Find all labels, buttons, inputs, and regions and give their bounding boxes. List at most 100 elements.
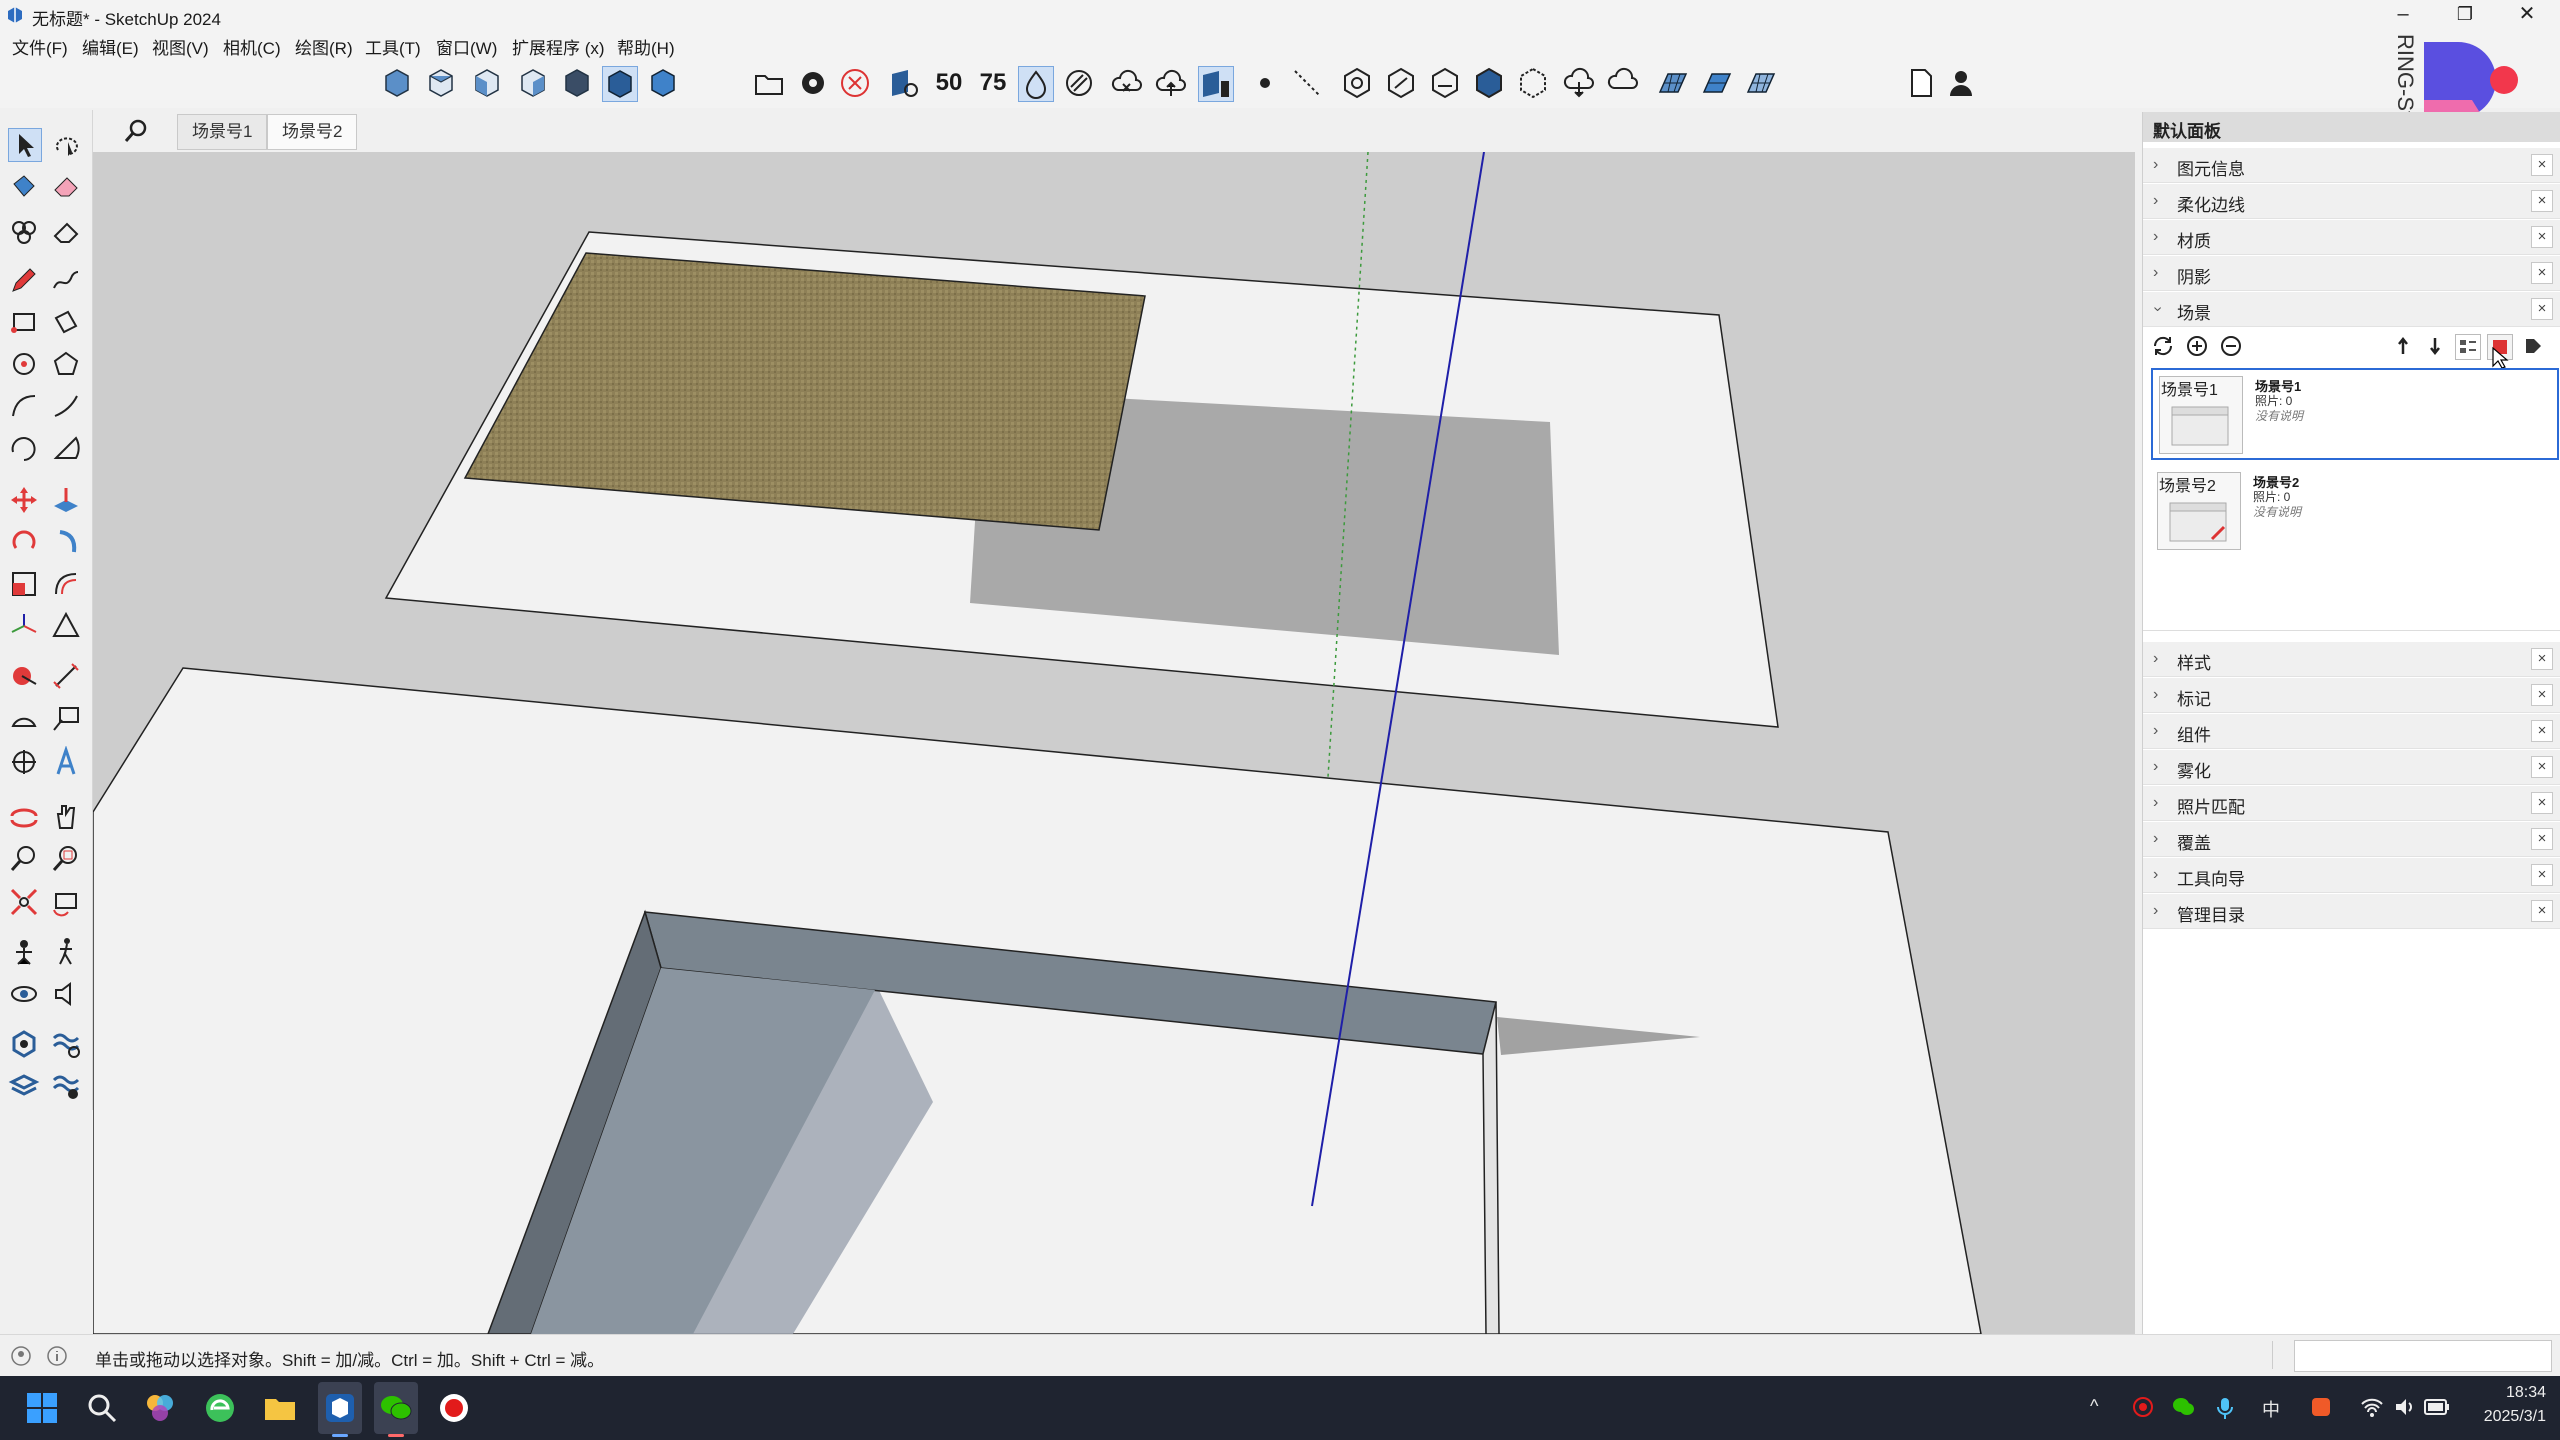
- user-account-icon[interactable]: [1946, 66, 1980, 100]
- tab-scene-1[interactable]: 场景号1: [177, 114, 268, 150]
- move-up-icon[interactable]: [2391, 334, 2415, 358]
- iso-view-icon[interactable]: [380, 66, 414, 100]
- textured-style-icon[interactable]: [646, 66, 680, 100]
- hex-cloud-icon[interactable]: [1428, 66, 1462, 100]
- widgets-icon[interactable]: [142, 1390, 178, 1426]
- minimize-button[interactable]: –: [2372, 0, 2434, 30]
- hatch-circle-icon[interactable]: [1062, 66, 1096, 100]
- menu-camera[interactable]: 相机(C): [223, 34, 281, 59]
- guide-line-icon[interactable]: [1290, 66, 1324, 100]
- layers-icon[interactable]: [8, 1070, 40, 1102]
- section-materials[interactable]: › 材质 ×: [2143, 220, 2560, 255]
- search-icon[interactable]: [84, 1390, 120, 1426]
- three-point-arc-icon[interactable]: [8, 432, 40, 464]
- position-camera-icon[interactable]: [8, 936, 40, 968]
- sogou-ime-icon[interactable]: [2310, 1396, 2332, 1418]
- section-fog[interactable]: › 雾化 ×: [2143, 750, 2560, 785]
- front-view-icon[interactable]: [470, 66, 504, 100]
- terrain-grid-icon[interactable]: [1656, 66, 1690, 100]
- sandbox-gear-icon[interactable]: [8, 1028, 40, 1060]
- restore-button[interactable]: ❐: [2434, 0, 2496, 30]
- follow-me-icon[interactable]: [50, 526, 82, 558]
- close-icon[interactable]: ×: [2531, 900, 2553, 922]
- text-label-icon[interactable]: [50, 702, 82, 734]
- move-icon[interactable]: [8, 484, 40, 516]
- wechat-tray-icon[interactable]: [2172, 1396, 2196, 1418]
- menu-file[interactable]: 文件(F): [12, 34, 68, 59]
- close-icon[interactable]: ×: [2531, 756, 2553, 778]
- gear-icon[interactable]: [796, 66, 830, 100]
- close-icon[interactable]: ×: [2531, 828, 2553, 850]
- modeling-viewport[interactable]: [93, 152, 2135, 1334]
- dimension-icon[interactable]: [50, 660, 82, 692]
- axes-icon[interactable]: [8, 610, 40, 642]
- previous-view-icon[interactable]: [50, 886, 82, 918]
- cloud-download-icon[interactable]: [1562, 66, 1596, 100]
- tag-eraser-icon[interactable]: [50, 216, 82, 248]
- new-document-icon[interactable]: [1904, 66, 1938, 100]
- volume-icon[interactable]: [2394, 1396, 2416, 1418]
- clock-time[interactable]: 18:34: [2470, 1384, 2546, 1402]
- move-down-icon[interactable]: [2423, 334, 2447, 358]
- back-view-icon[interactable]: [560, 66, 594, 100]
- cancel-circle-icon[interactable]: [838, 66, 872, 100]
- section-entity-info[interactable]: › 图元信息 ×: [2143, 148, 2560, 183]
- scene-item-1[interactable]: 场景号1 场景号1 照片: 0 没有说明: [2151, 368, 2559, 460]
- section-plane-icon[interactable]: [50, 610, 82, 642]
- close-button[interactable]: ✕: [2496, 0, 2558, 30]
- close-icon[interactable]: ×: [2531, 298, 2553, 320]
- zoom-window-icon[interactable]: [50, 842, 82, 874]
- protractor-icon[interactable]: [8, 702, 40, 734]
- close-icon[interactable]: ×: [2531, 684, 2553, 706]
- shaded-style-icon[interactable]: [602, 66, 638, 102]
- view-options-icon[interactable]: [2455, 334, 2481, 360]
- close-icon[interactable]: ×: [2531, 226, 2553, 248]
- microphone-icon[interactable]: [2216, 1396, 2234, 1420]
- file-explorer-icon[interactable]: [262, 1390, 298, 1426]
- info-icon[interactable]: [46, 1345, 68, 1367]
- menu-extensions[interactable]: 扩展程序 (x): [512, 34, 605, 59]
- menu-edit[interactable]: 编辑(E): [82, 34, 139, 59]
- section-tags[interactable]: › 标记 ×: [2143, 678, 2560, 713]
- sandbox-wave-icon[interactable]: [50, 1028, 82, 1060]
- section-shadows[interactable]: › 阴影 ×: [2143, 256, 2560, 291]
- component-icon[interactable]: [8, 216, 40, 248]
- drop-icon[interactable]: [1018, 66, 1054, 102]
- close-icon[interactable]: ×: [2531, 720, 2553, 742]
- menu-draw[interactable]: 绘图(R): [295, 34, 353, 59]
- rotated-rectangle-icon[interactable]: [50, 306, 82, 338]
- tray-overflow-icon[interactable]: ^: [2090, 1396, 2098, 1417]
- lasso-select-icon[interactable]: [50, 128, 82, 160]
- measurements-box[interactable]: [2294, 1340, 2552, 1372]
- section-soften-edges[interactable]: › 柔化边线 ×: [2143, 184, 2560, 219]
- menu-tools[interactable]: 工具(T): [365, 34, 421, 59]
- clock-date[interactable]: 2025/3/1: [2466, 1408, 2546, 1426]
- hex-outline-icon[interactable]: [1516, 66, 1550, 100]
- close-icon[interactable]: ×: [2531, 190, 2553, 212]
- orbit-target-icon[interactable]: [8, 746, 40, 778]
- add-scene-icon[interactable]: [2185, 334, 2209, 358]
- hex-solid-icon[interactable]: [1472, 66, 1506, 100]
- sandbox-settings-icon[interactable]: [50, 1070, 82, 1102]
- cloud-refresh-icon[interactable]: [1606, 66, 1640, 100]
- tape-measure-icon[interactable]: [8, 660, 40, 692]
- edge-browser-icon[interactable]: [202, 1390, 238, 1426]
- close-icon[interactable]: ×: [2531, 154, 2553, 176]
- zoom-extents-icon[interactable]: [8, 886, 40, 918]
- section-instructor[interactable]: › 工具向导 ×: [2143, 858, 2560, 893]
- close-icon[interactable]: ×: [2531, 864, 2553, 886]
- tab-scene-2[interactable]: 场景号2: [267, 114, 358, 150]
- zoom-icon[interactable]: [8, 842, 40, 874]
- section-scenes[interactable]: › 场景 ×: [2143, 292, 2560, 327]
- sketchup-taskbar-icon[interactable]: [322, 1390, 358, 1426]
- wifi-icon[interactable]: [2360, 1396, 2384, 1418]
- polygon-icon[interactable]: [50, 348, 82, 380]
- rotate-icon[interactable]: [8, 526, 40, 558]
- look-around-icon[interactable]: [8, 978, 40, 1010]
- select-arrow-icon[interactable]: [8, 128, 42, 162]
- refresh-icon[interactable]: [2151, 334, 2175, 358]
- rotate-hex-icon[interactable]: [1340, 66, 1374, 100]
- two-point-arc-icon[interactable]: [50, 390, 82, 422]
- layer-hand-icon[interactable]: [1198, 66, 1234, 102]
- record-icon[interactable]: [436, 1390, 472, 1426]
